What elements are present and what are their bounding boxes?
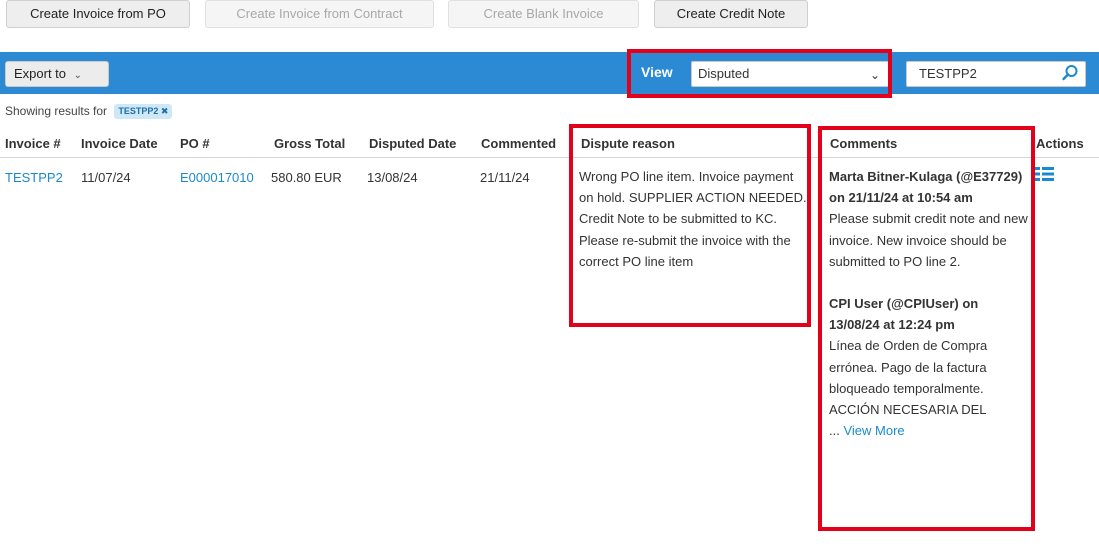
search-icon[interactable] bbox=[1061, 64, 1079, 90]
highlight-box-comments bbox=[818, 126, 1035, 531]
disputed-date-cell: 13/08/24 bbox=[367, 170, 418, 185]
chevron-down-icon: ⌄ bbox=[73, 70, 83, 81]
export-to-button[interactable]: Export to ⌄ bbox=[5, 61, 109, 87]
col-disputed-date[interactable]: Disputed Date bbox=[369, 136, 456, 151]
search-value: TESTPP2 bbox=[919, 66, 977, 81]
toolbar: Export to ⌄ View Disputed ⌄ TESTPP2 bbox=[0, 52, 1099, 94]
po-number-link[interactable]: E000017010 bbox=[180, 170, 254, 185]
create-invoice-from-contract-button[interactable]: Create Invoice from Contract bbox=[205, 0, 434, 28]
showing-results-text: Showing results for bbox=[5, 104, 108, 118]
col-invoice-date[interactable]: Invoice Date bbox=[81, 136, 158, 151]
create-credit-note-button[interactable]: Create Credit Note bbox=[654, 0, 808, 28]
gross-total-cell: 580.80 EUR bbox=[271, 170, 342, 185]
actions-menu-icon[interactable] bbox=[1035, 166, 1055, 185]
col-actions: Actions bbox=[1036, 136, 1084, 151]
highlight-box-dispute-reason bbox=[569, 124, 811, 327]
export-to-label: Export to bbox=[14, 66, 67, 81]
filter-chip[interactable]: TESTPP2 ✖ bbox=[114, 104, 173, 119]
invoice-number-link[interactable]: TESTPP2 bbox=[5, 170, 63, 185]
invoice-date-cell: 11/07/24 bbox=[81, 170, 131, 185]
col-invoice-no[interactable]: Invoice # bbox=[5, 136, 61, 151]
highlight-box-view bbox=[627, 49, 892, 98]
search-input[interactable]: TESTPP2 bbox=[906, 61, 1086, 87]
create-blank-invoice-button[interactable]: Create Blank Invoice bbox=[448, 0, 639, 28]
create-invoice-from-po-button[interactable]: Create Invoice from PO bbox=[6, 0, 190, 28]
col-po-no[interactable]: PO # bbox=[180, 136, 210, 151]
col-gross-total[interactable]: Gross Total bbox=[274, 136, 345, 151]
commented-date-cell: 21/11/24 bbox=[480, 170, 530, 185]
filter-summary: Showing results for TESTPP2 ✖ bbox=[5, 104, 173, 119]
col-commented[interactable]: Commented bbox=[481, 136, 556, 151]
